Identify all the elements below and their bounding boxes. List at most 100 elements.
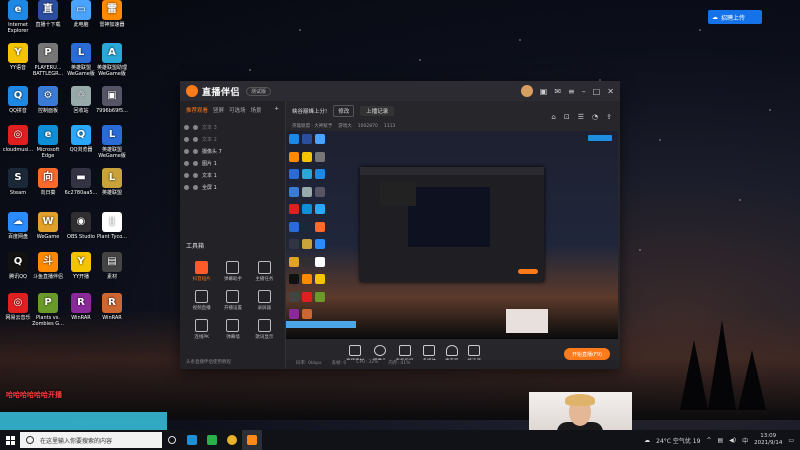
desktop-app-icon: R (71, 293, 91, 313)
chevron-up-icon[interactable]: ^ (706, 437, 711, 444)
eye-icon[interactable] (184, 160, 189, 166)
phone-icon (398, 344, 411, 356)
clock-time: 13:09 (760, 433, 777, 439)
desktop-icon[interactable]: 向向日葵 (30, 168, 66, 196)
desktop-icon[interactable]: 雷雷神加速器 (94, 0, 130, 28)
scene-item[interactable]: 全屏 1 (184, 181, 281, 193)
preview-mini-icon (289, 169, 299, 180)
desktop-icon[interactable]: P PLAYERU... BATTLEGR... (30, 43, 66, 77)
version-badge[interactable]: 测试版 (246, 86, 272, 96)
lock-icon[interactable] (193, 160, 198, 166)
scene-item[interactable]: 文本 2 (184, 133, 281, 145)
desktop-icon[interactable]: ▤ 素材 (94, 252, 130, 280)
clock[interactable]: 13:09 2021/9/14 (754, 433, 782, 447)
desktop-icon[interactable]: 直直播十下载 (30, 0, 66, 28)
desktop-icon[interactable]: R WinRAR (94, 293, 130, 321)
close-icon[interactable]: ✕ (607, 87, 614, 96)
share-icon[interactable]: ⇪ (606, 113, 612, 121)
room-record-button[interactable]: 上播记录 (360, 106, 395, 116)
tool-item[interactable]: 歌词显示 (249, 319, 280, 340)
app-logo-icon (186, 85, 198, 97)
tool-item[interactable]: 弹幕助手 (217, 261, 248, 282)
tool-item[interactable]: 抖音短片 (186, 261, 217, 282)
network-icon[interactable]: ▤ (717, 437, 723, 444)
taskbar-app-wechat[interactable] (202, 430, 222, 450)
eye-icon[interactable] (184, 124, 189, 130)
tab-recommend[interactable]: 推荐观看 (186, 106, 208, 114)
menu-icon[interactable]: ≡ (568, 87, 575, 96)
tool-icon (226, 290, 240, 303)
desktop-icon[interactable]: e Microsoft Edge (30, 125, 66, 159)
preview-mini-icon (289, 291, 299, 302)
lock-icon[interactable] (193, 184, 198, 190)
tool-item[interactable]: 弹幕墙 (217, 319, 248, 340)
desktop-icon[interactable]: 斗斗鱼直播伴侣 (30, 252, 66, 280)
scene-item[interactable]: 文本 1 (184, 169, 281, 181)
preview-mini-icon (302, 274, 312, 285)
desktop-icon[interactable]: ⚙ 控制面板 (30, 86, 66, 114)
weather-icon[interactable]: ☁ (644, 437, 650, 444)
taskbar-app-chrome[interactable] (222, 430, 242, 450)
top-widget[interactable]: ☁ 招聘上传 (708, 10, 762, 24)
status-bar: 码率: 0kbps 丢帧: 0 CPU: 32% 内存: 41% (286, 360, 620, 369)
tool-item[interactable]: 主播任务 (249, 261, 280, 282)
taskbar-app-companion[interactable] (242, 430, 262, 450)
tab-portrait[interactable]: 竖屏 (213, 106, 224, 114)
desktop-icon[interactable]: L 英雄联盟 WeGame版 (94, 125, 130, 159)
task-view-button[interactable] (162, 430, 182, 450)
list-icon[interactable]: ☰ (578, 113, 584, 121)
preview-mini-icon (315, 221, 325, 232)
add-scene-icon[interactable]: + (274, 106, 279, 114)
tool-item[interactable]: 录屏器 (249, 290, 280, 311)
wechat-icon (207, 435, 217, 445)
minimize-icon[interactable]: – (582, 87, 586, 96)
eye-icon[interactable] (184, 148, 189, 154)
weather-text[interactable]: 24°C 空气优 19 (656, 436, 700, 445)
ime-icon[interactable]: 中 (742, 436, 748, 445)
tab-optional[interactable]: 可选场 (229, 106, 246, 114)
tool-item[interactable]: 开播设置 (217, 290, 248, 311)
desktop-icon[interactable]: W WeGame (30, 212, 66, 240)
tool-icon (257, 319, 271, 332)
desktop-icon[interactable]: ▣ 7996b69f5... (94, 86, 130, 114)
tree-silhouette (708, 320, 736, 410)
desktop-icon[interactable]: A 英雄联盟助理 WeGame版 (94, 43, 130, 77)
preview-mini-icon (302, 169, 312, 180)
desktop-icon[interactable]: P Plants vs. Zombies G... (30, 293, 66, 327)
lock-icon[interactable] (193, 136, 198, 142)
scene-item[interactable]: 摄像头 7 (184, 145, 281, 157)
eye-icon[interactable] (184, 172, 189, 178)
lock-icon[interactable] (193, 148, 198, 154)
scene-item[interactable]: 图片 1 (184, 157, 281, 169)
lock-icon[interactable]: ⊡ (564, 113, 570, 121)
start-button[interactable] (0, 430, 20, 450)
scene-item[interactable]: 文本 3 (184, 121, 281, 133)
sidebar-footer-link[interactable]: 头条直播伴侣使用教程 (186, 359, 231, 365)
room-modify-button[interactable]: 修改 (333, 105, 355, 117)
tool-item[interactable]: 连线PK (186, 319, 217, 340)
scene-label: 文本 3 (202, 124, 217, 131)
desktop-icon[interactable]: L 英雄联盟 (94, 168, 130, 196)
tool-icon (226, 261, 240, 274)
eye-icon[interactable] (184, 184, 189, 190)
gift-icon[interactable]: ⌂ (551, 113, 555, 121)
lock-icon[interactable] (193, 124, 198, 130)
volume-icon[interactable]: ◀) (729, 437, 736, 444)
desktop-icon[interactable]: ▯ Plant Tyco... (94, 212, 130, 240)
eye-icon[interactable] (184, 136, 189, 142)
tab-scene[interactable]: 场景 (251, 106, 262, 114)
live-preview[interactable] (286, 131, 618, 339)
avatar[interactable] (520, 85, 533, 97)
taskbar-app-edge[interactable] (182, 430, 202, 450)
room-category: 英雄联盟 · 大神赋予 (292, 124, 333, 129)
taskbar-search[interactable]: 在这里输入你要搜索的内容 (20, 432, 162, 448)
room-title: 峡谷巅峰上分! (292, 109, 328, 115)
tool-item[interactable]: 视频直播 (186, 290, 217, 311)
maximize-icon[interactable]: □ (593, 87, 601, 96)
mail-icon[interactable]: ✉ (554, 87, 561, 96)
lock-icon[interactable] (193, 172, 198, 178)
settings-icon[interactable]: ▣ (540, 87, 548, 96)
notification-icon[interactable]: ▭ (788, 437, 794, 444)
go-live-button[interactable]: 开始直播(F9) (564, 348, 610, 360)
bell-icon[interactable]: ◔ (592, 113, 598, 121)
